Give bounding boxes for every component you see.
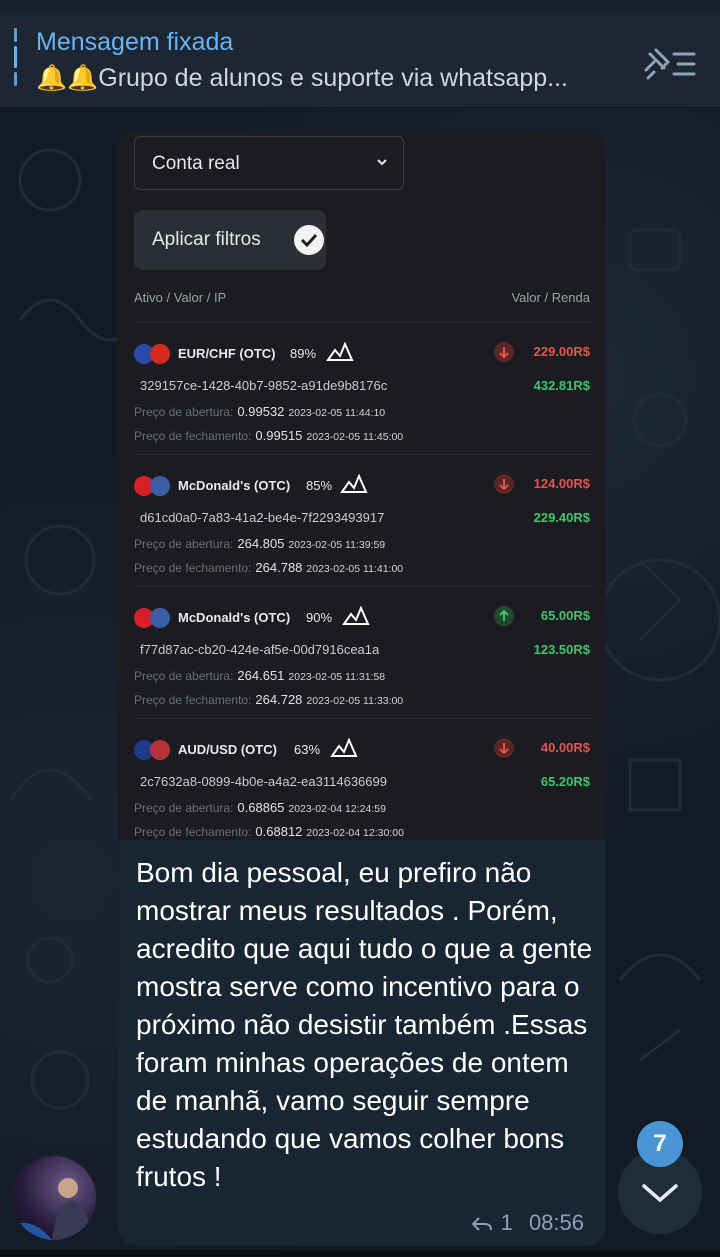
column-header-left: Ativo / Valor / IP xyxy=(134,290,227,305)
mcdonalds-us-flag-icon xyxy=(134,608,172,628)
row-divider xyxy=(134,718,590,719)
message-meta: 1 08:56 xyxy=(470,1210,584,1236)
open-price-row: Preço de abertura: 0.99532 2023-02-05 11:4… xyxy=(134,404,386,419)
pinned-title: Mensagem fixada xyxy=(36,28,234,56)
trade-id: d61cd0a0-7a83-41a2-be4e-7f2293493917 xyxy=(140,510,385,525)
arrow-up-icon xyxy=(494,606,514,626)
pinned-indicator xyxy=(14,28,18,92)
chart-icon xyxy=(342,605,370,625)
column-header-right: Valor / Renda xyxy=(511,290,590,305)
bottom-edge xyxy=(0,1250,720,1257)
check-icon xyxy=(294,225,324,255)
row-divider xyxy=(134,586,590,587)
close-price-row: Preço de fechamento: 0.68812 2023-02-04 12… xyxy=(134,824,404,839)
trade-id: 329157ce-1428-40b7-9852-a91de9b8176c xyxy=(140,378,388,393)
trade-payout: 90% xyxy=(306,610,333,625)
row-divider xyxy=(134,454,590,455)
chart-icon xyxy=(326,341,354,361)
top-divider xyxy=(0,0,720,12)
arrow-down-icon xyxy=(494,342,514,362)
trade-screenshot[interactable]: Conta real Aplicar filtros Ativo / Valor… xyxy=(118,130,606,840)
trade-amount: 124.00R$ xyxy=(533,476,590,491)
trade-payout: 85% xyxy=(306,478,333,493)
trade-profit: 123.50R$ xyxy=(533,642,590,657)
trade-asset: McDonald's (OTC) xyxy=(178,610,291,625)
close-price-row: Preço de fechamento: 264.788 2023-02-05 11… xyxy=(134,560,404,575)
trade-amount: 229.00R$ xyxy=(533,344,590,359)
pinned-message-bar[interactable]: Mensagem fixada 🔔🔔Grupo de alunos e supo… xyxy=(0,0,720,108)
arrow-down-icon xyxy=(494,738,514,758)
pinned-list-icon[interactable] xyxy=(640,44,698,84)
reply-count[interactable]: 1 xyxy=(501,1210,513,1235)
message-bubble[interactable]: Conta real Aplicar filtros Ativo / Valor… xyxy=(118,130,606,1246)
pinned-preview: 🔔🔔Grupo de alunos e suporte via whatsapp… xyxy=(36,64,568,92)
mcdonalds-us-flag-icon xyxy=(134,476,172,496)
trade-asset: EUR/CHF (OTC) xyxy=(178,346,276,361)
trade-amount: 40.00R$ xyxy=(540,740,590,755)
trade-profit: 229.40R$ xyxy=(533,510,590,525)
trade-row: EUR/CHF (OTC) 89% 229.00R$ 329157ce-1428… xyxy=(134,330,590,456)
unread-count-badge[interactable]: 7 xyxy=(637,1121,683,1167)
open-price-row: Preço de abertura: 264.805 2023-02-05 11:3… xyxy=(134,536,386,551)
row-divider xyxy=(134,322,590,323)
account-select-value: Conta real xyxy=(152,153,240,174)
open-price-row: Preço de abertura: 264.651 2023-02-05 11:3… xyxy=(134,668,386,683)
trade-row: McDonald's (OTC) 90% 65.00R$ f77d87ac-cb… xyxy=(134,594,590,720)
trade-row: AUD/USD (OTC) 63% 40.00R$ 2c7632a8-0899-… xyxy=(134,726,590,840)
message-text: Bom dia pessoal, eu prefiro não mostrar … xyxy=(136,857,593,1192)
message-time: 08:56 xyxy=(528,1210,584,1235)
trade-row: McDonald's (OTC) 85% 124.00R$ d61cd0a0-7… xyxy=(134,462,590,588)
trade-asset: AUD/USD (OTC) xyxy=(178,742,277,757)
eu-ch-flag-icon xyxy=(134,344,172,364)
sender-avatar[interactable] xyxy=(12,1156,96,1240)
close-price-row: Preço de fechamento: 264.728 2023-02-05 11… xyxy=(134,692,404,707)
trade-payout: 89% xyxy=(290,346,317,361)
trade-id: 2c7632a8-0899-4b0e-a4a2-ea3114636699 xyxy=(140,774,387,789)
chevron-down-icon xyxy=(377,159,387,166)
trade-asset: McDonald's (OTC) xyxy=(178,478,291,493)
apply-filters-label: Aplicar filtros xyxy=(152,229,261,250)
chart-icon xyxy=(330,737,358,757)
trade-profit: 65.20R$ xyxy=(540,774,590,789)
chart-icon xyxy=(340,473,368,493)
au-us-flag-icon xyxy=(134,740,172,760)
apply-filters-button: Aplicar filtros xyxy=(134,210,326,270)
reply-arrow-icon[interactable] xyxy=(470,1215,494,1233)
open-price-row: Preço de abertura: 0.68865 2023-02-04 12:2… xyxy=(134,800,386,815)
trade-profit: 432.81R$ xyxy=(533,378,590,393)
arrow-down-icon xyxy=(494,474,514,494)
trade-amount: 65.00R$ xyxy=(540,608,590,623)
close-price-row: Preço de fechamento: 0.99515 2023-02-05 11… xyxy=(134,428,404,443)
trade-id: f77d87ac-cb20-424e-af5e-00d7916cea1a xyxy=(140,642,380,657)
trade-payout: 63% xyxy=(294,742,321,757)
account-select: Conta real xyxy=(134,136,404,190)
